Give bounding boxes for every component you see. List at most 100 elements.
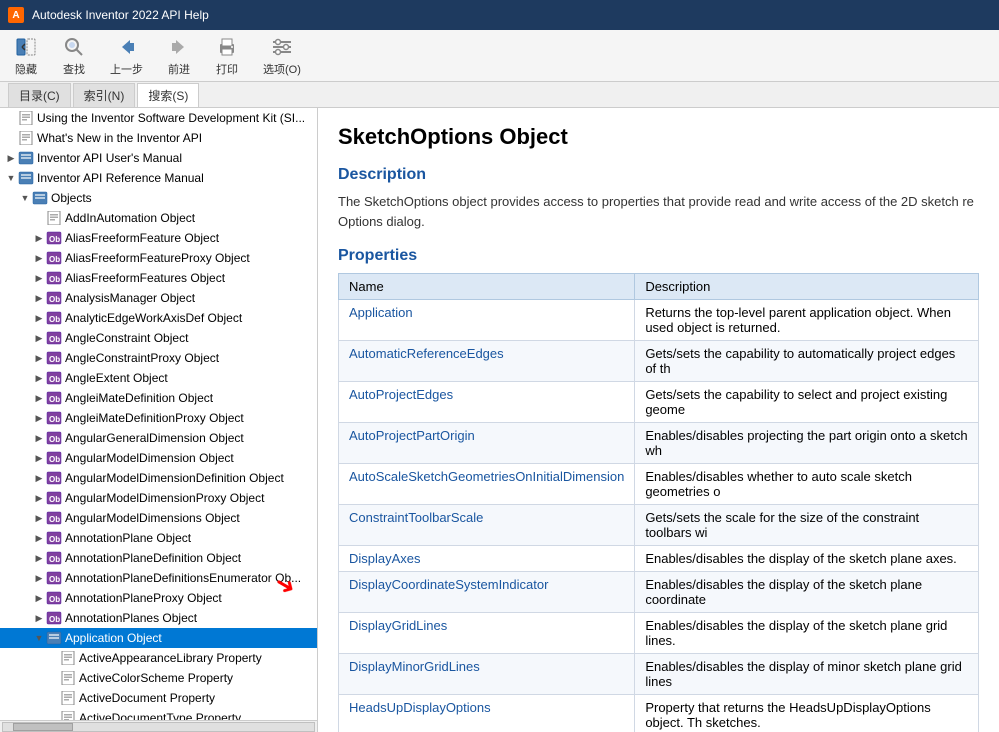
expand-icon[interactable]: ▼ [32,631,46,645]
tree-item-label: AliasFreeformFeatureProxy Object [65,249,250,267]
svg-text:Ob: Ob [49,455,60,464]
expand-icon[interactable]: ▶ [32,611,46,625]
svg-text:Ob: Ob [49,595,60,604]
tree-item[interactable]: ActiveDocumentType Property [0,708,317,720]
expand-icon[interactable]: ▶ [32,511,46,525]
expand-icon[interactable]: ▼ [18,191,32,205]
prop-name-cell: AutomaticReferenceEdges [339,341,635,382]
tab-search[interactable]: 搜索(S) [137,83,199,107]
find-button[interactable]: 查找 [56,33,92,79]
tree-item[interactable]: ActiveColorScheme Property [0,668,317,688]
prop-name-link[interactable]: AutoProjectPartOrigin [349,428,475,443]
expand-icon[interactable]: ▶ [32,351,46,365]
prop-name-link[interactable]: AutoScaleSketchGeometriesOnInitialDimens… [349,469,624,484]
tree-item-icon [60,650,76,666]
expand-icon[interactable]: ▶ [32,431,46,445]
hide-button[interactable]: 隐藏 [8,33,44,79]
expand-icon[interactable]: ▶ [32,531,46,545]
tree-item[interactable]: ▶ObAnalyticEdgeWorkAxisDef Object [0,308,317,328]
expand-icon[interactable]: ▶ [32,471,46,485]
tree-item[interactable]: ▶ObAngleConstraintProxy Object [0,348,317,368]
prop-name-link[interactable]: HeadsUpDisplayOptions [349,700,491,715]
tree-item[interactable]: ▶ObAnnotationPlaneDefinitionsEnumerator … [0,568,317,588]
content-area[interactable]: SketchOptions Object Description The Ske… [318,108,999,732]
prop-name-link[interactable]: AutomaticReferenceEdges [349,346,504,361]
prop-desc-cell: Property that returns the HeadsUpDisplay… [635,695,979,732]
tree-item[interactable]: ▶ObAngleiMateDefinition Object [0,388,317,408]
tree-item[interactable]: ▼Objects [0,188,317,208]
tree-item[interactable]: AddInAutomation Object [0,208,317,228]
tree-item-icon [18,110,34,126]
expand-icon [32,211,46,225]
prop-name-cell: DisplayCoordinateSystemIndicator [339,572,635,613]
tree-item[interactable]: ▶ObAliasFreeformFeatures Object [0,268,317,288]
prop-name-link[interactable]: Application [349,305,413,320]
prop-desc-cell: Enables/disables the display of the sket… [635,546,979,572]
tree-item[interactable]: ▶ObAngularModelDimensionProxy Object [0,488,317,508]
tree-item[interactable]: ▶ObAliasFreeformFeatureProxy Object [0,248,317,268]
prop-name-link[interactable]: AutoProjectEdges [349,387,453,402]
forward-icon [167,35,191,59]
tree-item[interactable]: ▶ObAnnotationPlane Object [0,528,317,548]
tree-item[interactable]: ▶ObAnnotationPlaneDefinition Object [0,548,317,568]
tree-item[interactable]: ▶ObAnnotationPlanes Object [0,608,317,628]
tree-item[interactable]: ▶ObAngularModelDimensionDefinition Objec… [0,468,317,488]
hide-icon [14,35,38,59]
print-button[interactable]: 打印 [209,33,245,79]
tree-item[interactable]: ▶ObAngularModelDimensions Object [0,508,317,528]
prop-name-link[interactable]: DisplayCoordinateSystemIndicator [349,577,548,592]
svg-text:Ob: Ob [49,615,60,624]
expand-icon[interactable]: ▶ [32,311,46,325]
prop-desc-cell: Gets/sets the scale for the size of the … [635,505,979,546]
expand-icon[interactable]: ▶ [32,591,46,605]
tree-item[interactable]: ▶ObAngleConstraint Object [0,328,317,348]
find-label: 查找 [63,61,85,77]
prop-name-link[interactable]: DisplayAxes [349,551,421,566]
tree-item[interactable]: ▶Inventor API User's Manual [0,148,317,168]
expand-icon[interactable]: ▶ [32,571,46,585]
tree-item[interactable]: ActiveDocument Property [0,688,317,708]
sidebar-hscroll[interactable] [0,720,317,732]
tree-item[interactable]: Using the Inventor Software Development … [0,108,317,128]
tree-item[interactable]: ActiveAppearanceLibrary Property [0,648,317,668]
prop-name-link[interactable]: DisplayGridLines [349,618,447,633]
expand-icon[interactable]: ▶ [32,391,46,405]
tree-item[interactable]: ▶ObAngularModelDimension Object [0,448,317,468]
tree-item[interactable]: ▼Application Object [0,628,317,648]
tree-item[interactable]: ▶ObAnnotationPlaneProxy Object [0,588,317,608]
tree-item[interactable]: ▼Inventor API Reference Manual [0,168,317,188]
tree-item[interactable]: ▶ObAngleExtent Object [0,368,317,388]
expand-icon[interactable]: ▶ [32,231,46,245]
tree-item[interactable]: ▶ObAngleiMateDefinitionProxy Object [0,408,317,428]
forward-button[interactable]: 前进 [161,33,197,79]
options-button[interactable]: 选项(O) [257,33,307,79]
tree-item[interactable]: What's New in the Inventor API [0,128,317,148]
expand-icon[interactable]: ▶ [32,251,46,265]
sidebar-scroll[interactable]: Using the Inventor Software Development … [0,108,317,720]
tree-item-label: AnnotationPlaneDefinitionsEnumerator Ob.… [65,569,301,587]
expand-icon[interactable]: ▶ [32,371,46,385]
expand-icon[interactable]: ▶ [32,451,46,465]
hide-label: 隐藏 [15,61,37,77]
expand-icon[interactable]: ▶ [32,551,46,565]
expand-icon[interactable]: ▶ [32,491,46,505]
back-button[interactable]: 上一步 [104,33,149,79]
tree-item[interactable]: ▶ObAngularGeneralDimension Object [0,428,317,448]
expand-icon[interactable]: ▶ [32,291,46,305]
expand-icon[interactable]: ▶ [32,411,46,425]
tree-item-label: AngleConstraintProxy Object [65,349,219,367]
prop-name-link[interactable]: DisplayMinorGridLines [349,659,480,674]
tab-index[interactable]: 索引(N) [73,83,136,107]
expand-icon[interactable]: ▶ [32,331,46,345]
tree-item[interactable]: ▶ObAnalysisManager Object [0,288,317,308]
prop-name-link[interactable]: ConstraintToolbarScale [349,510,483,525]
tree-item[interactable]: ▶ObAliasFreeformFeature Object [0,228,317,248]
tab-contents[interactable]: 目录(C) [8,83,71,107]
expand-icon[interactable]: ▼ [4,171,18,185]
tree-item-label: AngleConstraint Object [65,329,188,347]
expand-icon [46,671,60,685]
sidebar: Using the Inventor Software Development … [0,108,318,732]
expand-icon[interactable]: ▶ [32,271,46,285]
expand-icon[interactable]: ▶ [4,151,18,165]
tree-item-icon: Ob [46,330,62,346]
